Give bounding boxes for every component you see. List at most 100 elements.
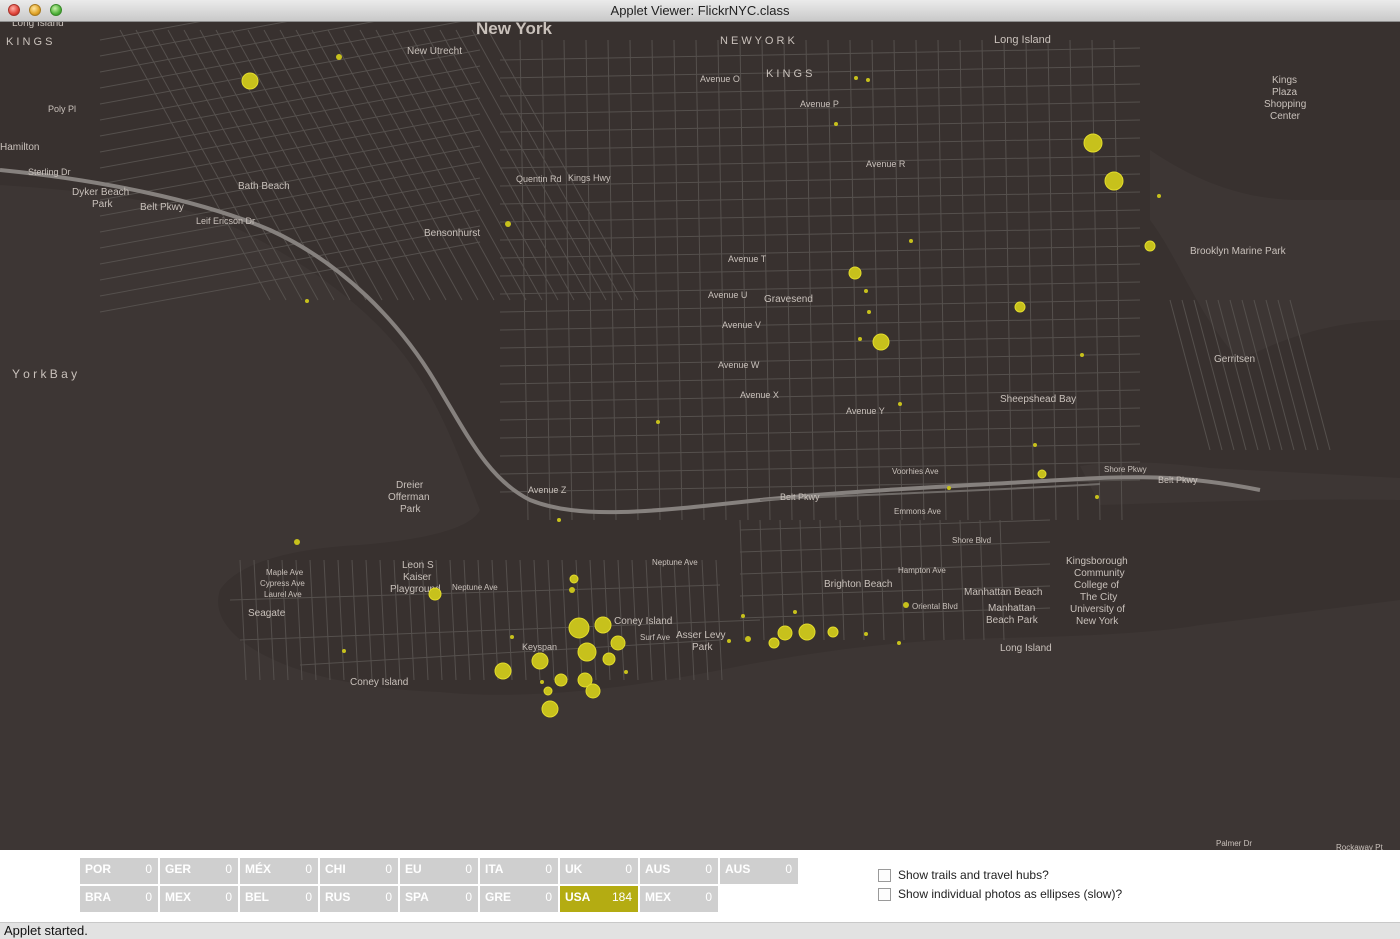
- street-segment: [799, 519, 805, 641]
- photo-dot[interactable]: [1037, 469, 1047, 479]
- photo-dot[interactable]: [656, 420, 660, 424]
- photo-dot[interactable]: [241, 72, 259, 90]
- photo-dot[interactable]: [610, 635, 626, 651]
- map-label-belt-pkwy-e: Belt Pkwy: [1158, 475, 1198, 485]
- country-cell-gre[interactable]: GRE 0: [480, 886, 558, 912]
- photo-dot[interactable]: [336, 54, 342, 60]
- photo-dot[interactable]: [1083, 133, 1103, 153]
- trails-checkbox[interactable]: [878, 868, 891, 882]
- photo-dot[interactable]: [1157, 194, 1161, 198]
- map-label-avenue-p: Avenue P: [800, 99, 839, 109]
- photo-dot[interactable]: [848, 266, 862, 280]
- photo-dot[interactable]: [554, 673, 568, 687]
- photo-dot[interactable]: [741, 614, 745, 618]
- photo-dot[interactable]: [798, 623, 816, 641]
- photo-dot[interactable]: [727, 639, 731, 643]
- photo-dot[interactable]: [867, 310, 871, 314]
- photo-dot[interactable]: [777, 625, 793, 641]
- photo-dot[interactable]: [947, 486, 951, 490]
- photo-dot[interactable]: [568, 617, 590, 639]
- country-cell-rus[interactable]: RUS 0: [320, 886, 398, 912]
- country-cell-bel[interactable]: BEL 0: [240, 886, 318, 912]
- street-segment: [519, 559, 527, 681]
- ellipses-option[interactable]: Show individual photos as ellipses (slow…: [878, 885, 1122, 903]
- photo-dot[interactable]: [577, 642, 597, 662]
- photo-dot[interactable]: [624, 670, 628, 674]
- photo-dot[interactable]: [505, 221, 511, 227]
- photo-dot[interactable]: [1104, 171, 1124, 191]
- photo-dot[interactable]: [510, 635, 514, 639]
- country-cell-mex[interactable]: MEX 0: [160, 886, 238, 912]
- photo-dot[interactable]: [834, 122, 838, 126]
- street-segment: [1069, 39, 1079, 521]
- photo-dot[interactable]: [428, 587, 442, 601]
- trails-option[interactable]: Show trails and travel hubs?: [878, 866, 1122, 884]
- photo-dot[interactable]: [585, 683, 601, 699]
- photo-dot[interactable]: [864, 632, 868, 636]
- country-cell-aus[interactable]: AUS 0: [720, 858, 798, 884]
- photo-dot[interactable]: [569, 587, 575, 593]
- country-cell-aus[interactable]: AUS 0: [640, 858, 718, 884]
- photo-dot[interactable]: [602, 652, 616, 666]
- country-cell-usa[interactable]: USA 184: [560, 886, 638, 912]
- map-label-long-island-ne: Long Island: [994, 34, 1051, 46]
- photo-dot[interactable]: [1095, 495, 1099, 499]
- photo-dot[interactable]: [594, 616, 612, 634]
- photo-dot[interactable]: [858, 337, 862, 341]
- street-segment: [1113, 39, 1123, 521]
- photo-dot[interactable]: [827, 626, 839, 638]
- photo-dot[interactable]: [543, 686, 553, 696]
- photo-dot[interactable]: [541, 700, 559, 718]
- photo-dot[interactable]: [540, 680, 544, 684]
- country-cell-ger[interactable]: GER 0: [160, 858, 238, 884]
- photo-dot[interactable]: [1144, 240, 1156, 252]
- street-segment: [375, 29, 527, 301]
- map-canvas[interactable]: New York Long Island K I N G S N E W Y O R …: [0, 22, 1400, 850]
- street-segment: [491, 559, 499, 681]
- photo-dot[interactable]: [768, 637, 780, 649]
- photo-dot[interactable]: [531, 652, 549, 670]
- photo-dot[interactable]: [793, 610, 797, 614]
- photo-dot[interactable]: [898, 402, 902, 406]
- photo-dot[interactable]: [569, 574, 579, 584]
- photo-dot[interactable]: [1014, 301, 1026, 313]
- map-label-kings-hwy: Kings Hwy: [568, 173, 611, 183]
- country-cell-mex[interactable]: MEX 0: [640, 886, 718, 912]
- window-title: Applet Viewer: FlickrNYC.class: [610, 3, 790, 18]
- map-label-new-york-spaced: N E W Y O R K: [720, 35, 795, 47]
- photo-dot[interactable]: [897, 641, 901, 645]
- photo-dot[interactable]: [557, 518, 561, 522]
- street-segment: [1003, 39, 1013, 521]
- country-code: GRE: [485, 890, 512, 904]
- street-segment: [391, 29, 543, 301]
- country-cell-spa[interactable]: SPA 0: [400, 886, 478, 912]
- country-cell-por[interactable]: POR 0: [80, 858, 158, 884]
- ellipses-checkbox[interactable]: [878, 887, 891, 901]
- photo-dot[interactable]: [903, 602, 909, 608]
- country-cell-eu[interactable]: EU 0: [400, 858, 478, 884]
- street-segment: [499, 47, 1141, 61]
- photo-dot[interactable]: [909, 239, 913, 243]
- map-label-kbcc: Kingsborough: [1066, 556, 1128, 567]
- street-segment: [279, 29, 431, 301]
- country-cell-chi[interactable]: CHI 0: [320, 858, 398, 884]
- photo-dot[interactable]: [854, 76, 858, 80]
- photo-dot[interactable]: [294, 539, 300, 545]
- street-segment: [739, 519, 745, 641]
- map-label-long-island-nw: Long Island: [12, 22, 64, 29]
- photo-dot[interactable]: [864, 289, 868, 293]
- photo-dot[interactable]: [866, 78, 870, 82]
- photo-dot[interactable]: [494, 662, 512, 680]
- photo-dot[interactable]: [1080, 353, 1084, 357]
- map-label-dreier2: Offerman: [388, 492, 430, 503]
- country-cell-méx[interactable]: MÉX 0: [240, 858, 318, 884]
- photo-dot[interactable]: [745, 636, 751, 642]
- photo-dot[interactable]: [305, 299, 309, 303]
- country-cell-bra[interactable]: BRA 0: [80, 886, 158, 912]
- photo-dot[interactable]: [1033, 443, 1037, 447]
- photo-dot[interactable]: [872, 333, 890, 351]
- country-cell-ita[interactable]: ITA 0: [480, 858, 558, 884]
- street-segment: [499, 281, 1141, 295]
- photo-dot[interactable]: [342, 649, 346, 653]
- country-cell-uk[interactable]: UK 0: [560, 858, 638, 884]
